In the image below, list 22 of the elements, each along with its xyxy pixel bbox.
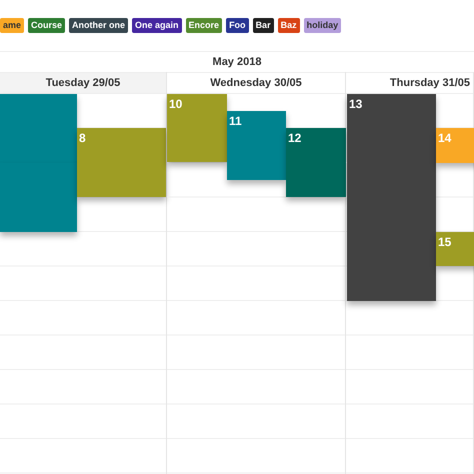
legend-tag: Course [28,18,66,34]
day-header: Wednesday 30/05 [167,72,345,94]
legend-tag: One again [132,18,182,34]
calendar-event[interactable]: 11 [227,111,286,180]
legend-tag: Bar [252,18,274,34]
legend-tag: Foo [226,18,249,34]
calendar-event[interactable]: 12 [286,128,346,197]
day-header: Tuesday 29/05 [0,72,166,94]
calendar-event[interactable] [0,94,77,163]
calendar-event[interactable]: 15 [436,232,474,266]
day-header: Thursday 31/05 [346,72,473,94]
legend-tag: Another one [69,18,128,34]
legend-tag: Encore [186,18,222,34]
month-title: May 2018 [212,54,262,70]
legend-tag: Baz [278,18,300,34]
calendar-event[interactable]: 13 [347,94,436,301]
calendar-event[interactable]: 8 [77,128,166,197]
legend-tag: holiday [304,18,342,34]
calendar-event[interactable]: 10 [167,94,227,162]
legend-tag: ame [0,18,24,34]
calendar-event[interactable]: 14 [436,128,474,163]
calendar-event[interactable] [0,163,77,232]
